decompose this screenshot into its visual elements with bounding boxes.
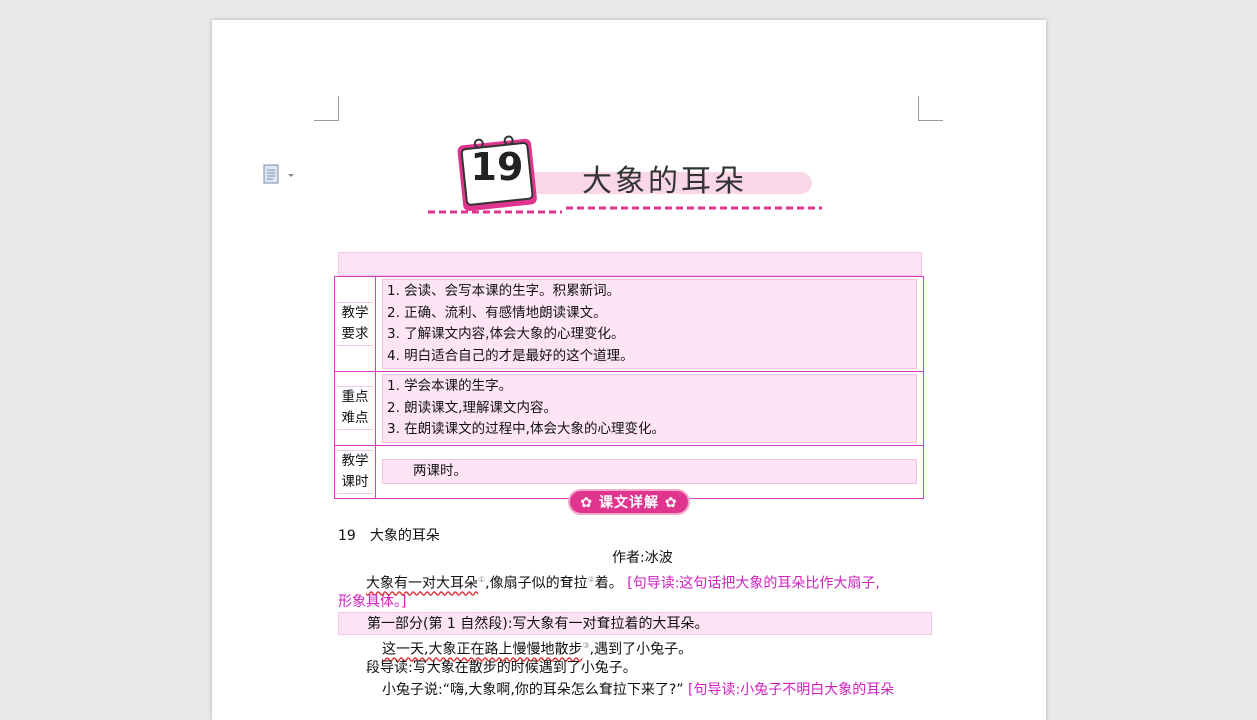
requirements-table: 教学要求 1. 会读、会写本课的生字。积累新词。 2. 正确、流利、有感情地朗读… (334, 276, 924, 499)
paste-options-icon[interactable] (262, 163, 296, 185)
margin-corner-top-left (314, 96, 339, 121)
row-label-requirements: 教学要求 (334, 276, 376, 372)
lesson-number: 19 (470, 145, 524, 189)
table-row: 教学要求 1. 会读、会写本课的生字。积累新词。 2. 正确、流利、有感情地朗读… (334, 276, 924, 372)
sentence-guide-continued: 形象具体。] (338, 594, 407, 610)
sentence-guide: [句导读:这句话把大象的耳朵比作大扇子, (627, 575, 880, 592)
list-item: 1. 学会本课的生字。 (387, 378, 513, 394)
list-item: 2. 朗读课文,理解课文内容。 (387, 399, 557, 416)
margin-corner-top-right (918, 96, 943, 121)
list-item: 4. 明白适合自己的才是最好的这个道理。 (387, 347, 634, 364)
part-summary: 第一部分(第 1 自然段):写大象有一对耷拉着的大耳朵。 (338, 612, 932, 635)
list-item: 3. 在朗读课文的过程中,体会大象的心理变化。 (387, 421, 665, 437)
section-badge: ✿ 课文详解 ✿ (568, 489, 690, 515)
lesson-title: 大象的耳朵 (582, 164, 747, 199)
list-item: 3. 了解课文内容,体会大象的心理变化。 (387, 326, 625, 342)
paragraph-guide: 段导读:写大象在散步的时候遇到了小兔子。 (366, 660, 637, 676)
list-item: 1. 会读、会写本课的生字。积累新词。 (387, 283, 621, 299)
table-row: 重点难点 1. 学会本课的生字。 2. 朗读课文,理解课文内容。 3. 在朗读课… (334, 371, 924, 446)
row-label-keypoints: 重点难点 (334, 371, 376, 446)
author-line: 作者:冰波 (612, 550, 673, 566)
row-label-hours: 教学课时 (334, 444, 376, 499)
list-item: 2. 正确、流利、有感情地朗读课文。 (387, 304, 607, 321)
text-heading: 19 大象的耳朵 (338, 528, 440, 544)
document-page: 19 大象的耳朵 教学要求 1. 会读、会写本课的生字。积累新词。 2. 正确、… (212, 20, 1046, 720)
list-item: 两课时。 (413, 462, 467, 479)
paragraph-3: 小兔子说:“嗨,大象啊,你的耳朵怎么耷拉下来了?” [句导读:小兔子不明白大象的… (382, 682, 895, 698)
paragraph-1: 大象有一对大耳朵①,像扇子似的耷拉②着。 [句导读:这句话把大象的耳朵比作大扇子… (366, 575, 880, 592)
pink-header-bar (338, 252, 922, 276)
